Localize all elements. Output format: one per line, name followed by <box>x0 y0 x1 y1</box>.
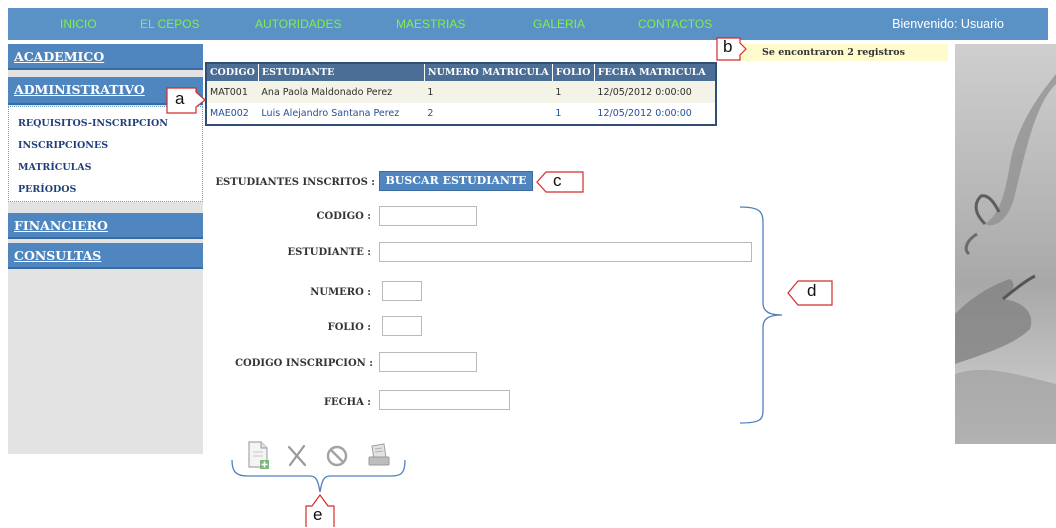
callout-a-label: a <box>175 89 185 108</box>
callout-b-label: b <box>723 37 733 56</box>
callout-d-label: d <box>807 281 817 300</box>
callout-e-label: e <box>313 505 323 524</box>
brace-d <box>739 206 783 424</box>
callout-a-box <box>166 87 206 114</box>
brace-e <box>231 459 406 493</box>
callout-c-label: c <box>553 171 562 190</box>
annotation-overlay <box>166 37 833 527</box>
